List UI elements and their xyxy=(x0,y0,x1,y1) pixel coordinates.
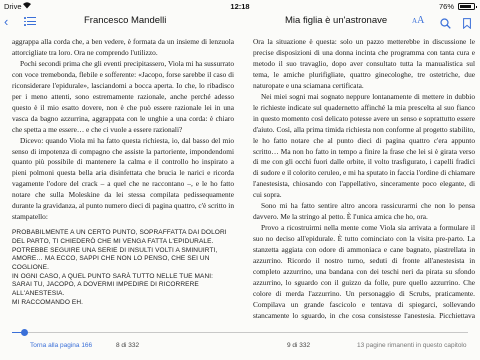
book-title: Mia figlia è un'astronave xyxy=(285,15,388,26)
quoted-note-line: MI RACCOMANDO EH. xyxy=(12,298,84,306)
pages-remaining: 13 pagine rimanenti in questo capitolo xyxy=(357,342,467,349)
back-chevron-icon[interactable]: ‹ xyxy=(4,13,8,30)
page-scrubber[interactable] xyxy=(12,329,468,337)
clock: 12:18 xyxy=(230,2,250,11)
paragraph: Sono mi ha fatto sentire altro ancora ra… xyxy=(253,201,475,222)
reader-toolbar: ‹ Francesco Mandelli Mia figlia è un'ast… xyxy=(0,13,480,30)
status-bar: Drive 12:18 76% xyxy=(0,0,480,13)
scrubber-track[interactable] xyxy=(12,332,468,333)
battery-icon xyxy=(458,3,477,10)
battery-percent: 76% xyxy=(438,2,454,11)
right-page[interactable]: Ora la situazione è questa: solo un pazz… xyxy=(253,37,475,320)
reader-footer: Torna alla pagina 166 8 di 332 9 di 332 … xyxy=(0,342,480,354)
paragraph: Provo a ricostruirmi nella mente come Vi… xyxy=(253,223,475,320)
book-author: Francesco Mandelli xyxy=(84,15,167,26)
left-page-number: 8 di 332 xyxy=(116,342,140,349)
table-of-contents-icon[interactable] xyxy=(24,16,36,26)
font-size-icon[interactable]: AA xyxy=(412,15,424,26)
paragraph: aggrappa alla corda che, a ben vedere, è… xyxy=(12,37,234,57)
paragraph: Dicevo: quando Viola mi ha fatto questa … xyxy=(12,135,234,222)
scrubber-thumb[interactable] xyxy=(20,329,28,336)
right-page-number: 9 di 332 xyxy=(287,342,311,349)
left-page[interactable]: aggrappa alla corda che, a ben vedere, è… xyxy=(12,37,234,320)
paragraph: Pochi secondi prima che gli eventi preci… xyxy=(12,58,234,134)
paragraph: Ora la situazione è questa: solo un pazz… xyxy=(253,37,475,90)
bookmark-icon[interactable] xyxy=(463,16,471,30)
back-to-page-link[interactable]: Torna alla pagina 166 xyxy=(30,342,92,349)
battery-fill xyxy=(460,5,472,8)
quoted-note-line: PROBABILMENTE A UN CERTO PUNTO, SOPRAFFA… xyxy=(12,229,227,272)
quoted-note-line: IN OGNI CASO, A QUEL PUNTO SARÀ TUTTO NE… xyxy=(12,272,214,298)
search-icon[interactable] xyxy=(440,16,451,29)
paragraph: Nei miei sogni mai sognato neppure lonta… xyxy=(253,91,475,200)
quoted-note: PROBABILMENTE A UN CERTO PUNTO, SOPRAFFA… xyxy=(12,229,234,307)
